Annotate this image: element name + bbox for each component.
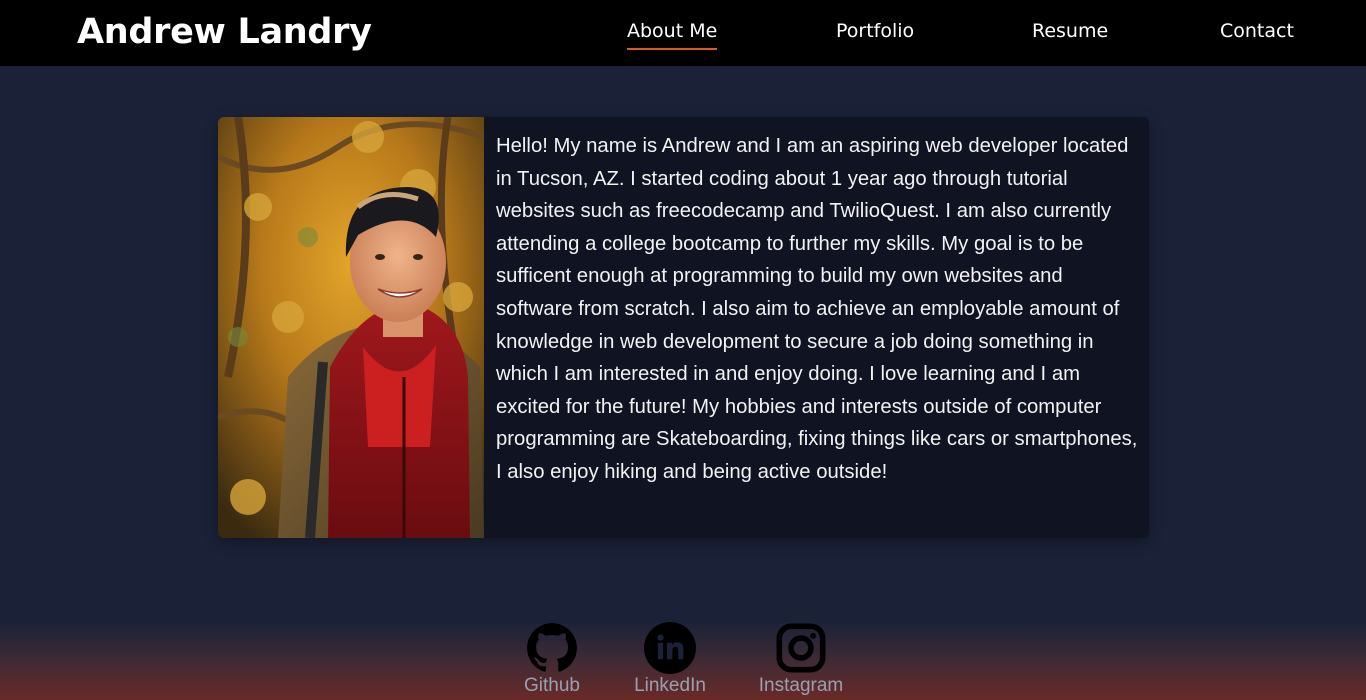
instagram-label: Instagram <box>758 675 844 696</box>
site-title[interactable]: Andrew Landry <box>77 12 372 52</box>
github-link[interactable]: Github <box>522 622 582 697</box>
github-icon <box>527 623 577 672</box>
instagram-link[interactable]: Instagram <box>756 622 846 697</box>
nav-link-resume[interactable]: Resume <box>1032 20 1108 48</box>
navbar: Andrew Landry About Me Portfolio Resume … <box>0 0 1366 66</box>
instagram-icon <box>776 623 826 673</box>
nav-link-about-me[interactable]: About Me <box>627 20 718 50</box>
linkedin-icon <box>644 622 696 674</box>
linkedin-link[interactable]: LinkedIn <box>632 622 708 697</box>
about-card: Hello! My name is Andrew and I am an asp… <box>218 117 1149 538</box>
footer: Github LinkedIn Instagram <box>0 622 1366 700</box>
nav-link-contact[interactable]: Contact <box>1220 20 1294 48</box>
linkedin-label: LinkedIn <box>634 675 706 696</box>
github-label: Github <box>524 675 580 696</box>
bio-text: Hello! My name is Andrew and I am an asp… <box>496 135 1138 483</box>
nav-link-portfolio[interactable]: Portfolio <box>836 20 914 48</box>
profile-photo <box>218 117 485 538</box>
